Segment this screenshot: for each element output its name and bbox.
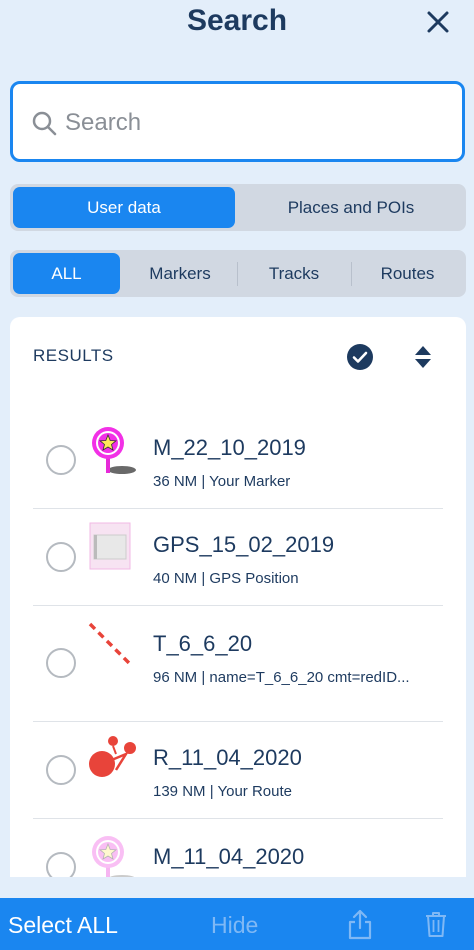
select-radio[interactable]: [46, 755, 76, 785]
source-segmented-control: User data Places and POIs: [10, 184, 466, 231]
item-name: T_6_6_20: [153, 631, 253, 656]
select-all-button[interactable]: Select ALL: [8, 912, 118, 939]
tab-user-data[interactable]: User data: [13, 187, 235, 228]
item-name: R_11_04_2020: [153, 745, 302, 770]
item-subtitle: 40 NM | GPS Position: [153, 570, 299, 587]
header: Search: [0, 0, 474, 60]
track-icon: [88, 622, 134, 668]
item-name: M_22_10_2019: [153, 435, 306, 460]
item-name: M_11_04_2020: [153, 844, 305, 869]
select-radio[interactable]: [46, 542, 76, 572]
bottom-toolbar: Select ALL Hide: [0, 898, 474, 950]
page-title: Search: [186, 4, 288, 37]
list-item[interactable]: R_11_04_2020 139 NM | Your Route: [33, 722, 443, 819]
list-item[interactable]: M_11_04_2020: [33, 819, 443, 877]
select-radio[interactable]: [46, 445, 76, 475]
item-subtitle: 36 NM | Your Marker: [153, 473, 291, 490]
tab-places-and-pois[interactable]: Places and POIs: [239, 187, 463, 228]
search-input[interactable]: [65, 102, 445, 144]
search-box: [10, 81, 465, 162]
star-marker-icon: [92, 427, 136, 474]
share-icon[interactable]: [347, 908, 373, 940]
list-item[interactable]: M_22_10_2019 36 NM | Your Marker: [33, 412, 443, 509]
star-marker-icon: [92, 836, 135, 877]
check-all-icon[interactable]: [347, 344, 373, 370]
search-icon: [32, 111, 57, 136]
select-radio[interactable]: [46, 648, 76, 678]
route-icon: [89, 736, 136, 777]
close-icon[interactable]: [424, 8, 452, 36]
item-subtitle: 139 NM | Your Route: [153, 783, 292, 800]
tab-routes[interactable]: Routes: [352, 253, 463, 294]
sort-icon[interactable]: [413, 344, 433, 370]
select-radio[interactable]: [46, 852, 76, 877]
list-item[interactable]: T_6_6_20 96 NM | name=T_6_6_20 cmt=redID…: [33, 606, 443, 722]
trash-icon[interactable]: [424, 910, 448, 938]
results-panel: RESULTS M_22_10_2019 36 NM | Your Marker…: [10, 317, 466, 877]
list-item[interactable]: GPS_15_02_2019 40 NM | GPS Position: [33, 509, 443, 606]
tab-all[interactable]: ALL: [13, 253, 120, 294]
results-heading: RESULTS: [33, 346, 114, 365]
tab-markers[interactable]: Markers: [124, 253, 236, 294]
item-name: GPS_15_02_2019: [153, 532, 335, 557]
item-subtitle: 96 NM | name=T_6_6_20 cmt=redID...: [153, 669, 410, 686]
type-segmented-control: ALL Markers Tracks Routes: [10, 250, 466, 297]
tab-tracks[interactable]: Tracks: [238, 253, 350, 294]
hide-button[interactable]: Hide: [211, 912, 258, 939]
gps-position-icon: [89, 522, 131, 570]
